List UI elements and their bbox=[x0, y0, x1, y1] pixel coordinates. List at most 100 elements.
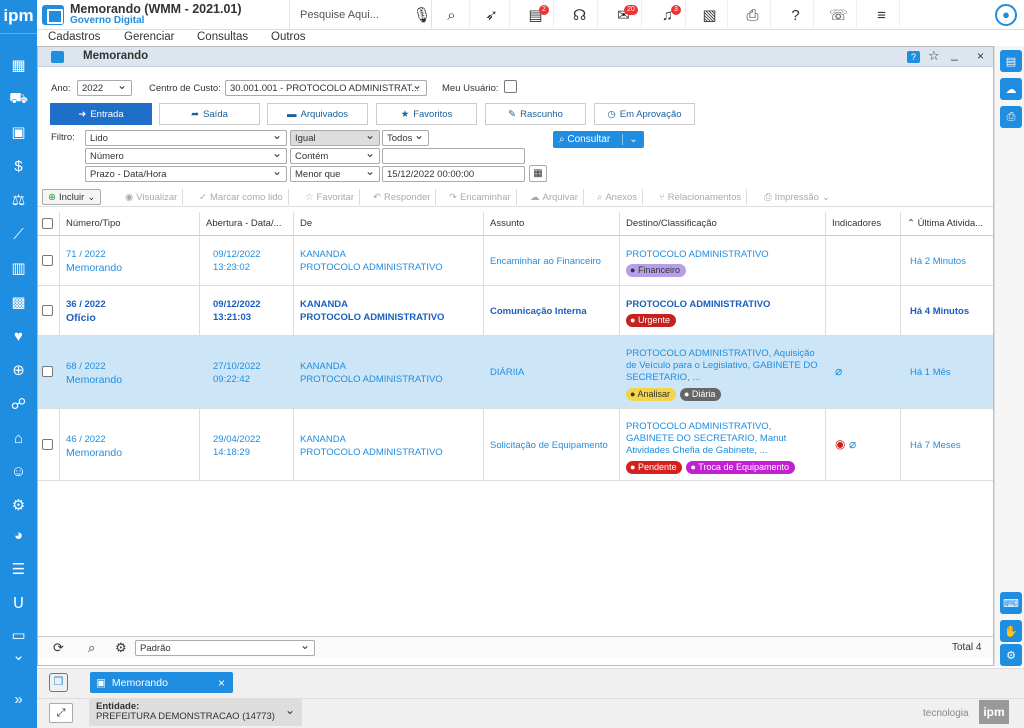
favoritar-button[interactable]: ☆ Favoritar bbox=[300, 189, 361, 205]
close-icon[interactable]: × bbox=[977, 49, 984, 63]
tag-troca-equipamento[interactable]: ● Troca de Equipamento bbox=[686, 461, 795, 474]
row-checkbox[interactable] bbox=[42, 366, 53, 377]
document-icon[interactable]: ▤ bbox=[1000, 50, 1022, 72]
table-row[interactable]: 46 / 2022 Memorando 29/04/2022 14:18:29 … bbox=[38, 409, 993, 481]
centro-custo-select[interactable]: 30.001.001 - PROTOCOLO ADMINISTRAT... bbox=[225, 80, 427, 96]
headset-icon[interactable]: ☏ bbox=[821, 0, 857, 30]
building-icon[interactable]: ▥ bbox=[0, 255, 37, 281]
select-all-checkbox[interactable] bbox=[42, 218, 53, 229]
calculator-icon[interactable]: ▦ bbox=[0, 52, 37, 78]
grid-icon[interactable]: ▩ bbox=[0, 289, 37, 315]
pie-chart-icon[interactable]: ◕ bbox=[0, 522, 37, 548]
hamburger-menu-icon[interactable]: ≡ bbox=[864, 0, 900, 30]
ano-select[interactable]: 2022 bbox=[77, 80, 132, 96]
star-icon[interactable]: ☆ bbox=[928, 48, 940, 64]
table-row-selected[interactable]: 68 / 2022 Memorando 27/10/2022 09:22:42 … bbox=[38, 336, 993, 409]
visualizar-button[interactable]: ◉ Visualizar bbox=[120, 189, 184, 205]
gear-icon[interactable]: ⚙ bbox=[115, 640, 127, 656]
tab-saida[interactable]: ➦ Saída bbox=[159, 103, 260, 125]
filter-value-3[interactable]: 15/12/2022 00:00:00 bbox=[382, 166, 525, 182]
tag-urgente[interactable]: ● Urgente bbox=[626, 314, 676, 327]
tag-financeiro[interactable]: ● Financeiro bbox=[626, 264, 686, 277]
menu-outros[interactable]: Outros bbox=[271, 31, 306, 43]
col-destino[interactable]: Destino/Classificação bbox=[626, 218, 717, 229]
support-icon[interactable]: ☊ bbox=[562, 0, 598, 30]
tab-favoritos[interactable]: ★ Favoritos bbox=[376, 103, 477, 125]
windows-list-icon[interactable]: ❐ bbox=[49, 673, 68, 692]
user-gear-icon[interactable]: ☺ bbox=[0, 458, 37, 484]
ipm-logo[interactable]: ipm bbox=[0, 0, 37, 34]
gear-icon[interactable]: ⚙ bbox=[0, 492, 37, 518]
id-badge-icon[interactable]: ▣ bbox=[0, 119, 37, 145]
expand-icon[interactable]: » bbox=[0, 686, 37, 712]
print-icon[interactable]: ⎙ bbox=[735, 0, 771, 30]
col-numero-tipo[interactable]: Número/Tipo bbox=[66, 218, 121, 229]
col-de[interactable]: De bbox=[300, 218, 312, 229]
chevron-down-icon[interactable]: ⌄ bbox=[0, 642, 37, 668]
encaminhar-button[interactable]: ↷ Encaminhar bbox=[444, 189, 517, 205]
tag-pendente[interactable]: ● Pendente bbox=[626, 461, 683, 474]
tab-entrada[interactable]: ➜ Entrada bbox=[50, 103, 152, 125]
filter-operator-3[interactable]: Menor que bbox=[290, 166, 380, 182]
settings-icon[interactable]: ⚙ bbox=[1000, 644, 1022, 666]
taskbar-tab-memorando[interactable]: ▣ Memorando × bbox=[90, 672, 233, 693]
meu-usuario-checkbox[interactable] bbox=[504, 80, 517, 93]
people-icon[interactable]: ☍ bbox=[0, 391, 37, 417]
filter-value-2[interactable] bbox=[382, 148, 525, 164]
anexos-button[interactable]: ⌕ Anexos bbox=[592, 189, 644, 205]
minimize-icon[interactable]: _ bbox=[951, 47, 958, 61]
col-ultima-atividade[interactable]: ⌃ Última Ativida... bbox=[907, 218, 983, 229]
col-assunto[interactable]: Assunto bbox=[490, 218, 524, 229]
heart-pulse-icon[interactable]: ♥ bbox=[0, 323, 37, 349]
layout-select[interactable]: Padrão bbox=[135, 640, 315, 656]
menu-consultas[interactable]: Consultas bbox=[197, 31, 248, 43]
refresh-icon[interactable]: ⟳ bbox=[53, 640, 64, 656]
bell-icon[interactable]: ♫ 3 bbox=[650, 0, 686, 30]
tab-rascunho[interactable]: ✎ Rascunho bbox=[485, 103, 586, 125]
print-icon[interactable]: ⎙ bbox=[1000, 106, 1022, 128]
help-icon[interactable]: ? bbox=[778, 0, 814, 30]
accessibility-icon[interactable]: ✋ bbox=[1000, 620, 1022, 642]
tab-arquivados[interactable]: ▬ Arquivados bbox=[267, 103, 368, 125]
list-icon[interactable]: ☰ bbox=[0, 556, 37, 582]
row-checkbox[interactable] bbox=[42, 305, 53, 316]
tag-diaria[interactable]: ● Diária bbox=[679, 388, 722, 401]
consultar-dropdown-icon[interactable]: ⌄ bbox=[622, 134, 644, 145]
chart-icon[interactable]: ⟋ bbox=[0, 221, 37, 247]
user-avatar-icon[interactable]: ● bbox=[995, 4, 1017, 26]
messages-icon[interactable]: ✉ 20 bbox=[606, 0, 642, 30]
money-icon[interactable]: $ bbox=[0, 153, 37, 179]
menu-cadastros[interactable]: Cadastros bbox=[48, 31, 100, 43]
truck-icon[interactable]: ⛟ bbox=[0, 86, 37, 112]
marcar-lido-button[interactable]: ✓ Marcar como lido bbox=[194, 189, 289, 205]
tag-analisar[interactable]: ● Analisar bbox=[626, 388, 676, 401]
filter-operator-2[interactable]: Contém bbox=[290, 148, 380, 164]
window-help-icon[interactable]: ? bbox=[907, 51, 920, 63]
table-row[interactable]: 71 / 2022 Memorando 09/12/2022 13:23:02 … bbox=[38, 236, 993, 286]
impressao-button[interactable]: ⎙ Impressão ⌄ bbox=[759, 189, 835, 205]
relacionamentos-button[interactable]: ⑂ Relacionamentos bbox=[654, 189, 748, 205]
filter-field-2[interactable]: Número bbox=[85, 148, 287, 164]
graduation-icon[interactable]: ⌂ bbox=[0, 425, 37, 451]
search-icon[interactable]: ⌕ bbox=[434, 0, 470, 30]
tab-em-aprovacao[interactable]: ◷ Em Aprovação bbox=[594, 103, 695, 125]
arquivar-button[interactable]: ☁ Arquivar bbox=[525, 189, 584, 205]
table-row[interactable]: 36 / 2022 Ofício 09/12/2022 13:21:03 KAN… bbox=[38, 286, 993, 336]
tasks-icon[interactable]: ▤ 2 bbox=[518, 0, 554, 30]
filter-value-1[interactable]: Todos bbox=[382, 130, 429, 146]
search-icon[interactable]: ⌕ bbox=[88, 640, 95, 656]
filter-operator-1[interactable]: Igual bbox=[290, 130, 380, 146]
responder-button[interactable]: ↶ Responder bbox=[368, 189, 437, 205]
scale-icon[interactable]: ⚖ bbox=[0, 187, 37, 213]
clipboard-icon[interactable]: ▧ bbox=[692, 0, 728, 30]
consultar-button[interactable]: ⌕ Consultar ⌄ bbox=[553, 131, 644, 148]
filter-field-1[interactable]: Lido bbox=[85, 130, 287, 146]
keyboard-icon[interactable]: ⌨ bbox=[1000, 592, 1022, 614]
row-checkbox[interactable] bbox=[42, 255, 53, 266]
incluir-button[interactable]: ⊕ Incluir ⌄ bbox=[42, 189, 102, 205]
col-abertura[interactable]: Abertura - Data/... bbox=[206, 218, 282, 229]
rocket-icon[interactable]: ➶ bbox=[474, 0, 510, 30]
fullscreen-icon[interactable]: ⤢ bbox=[49, 703, 73, 723]
magnet-icon[interactable]: Ս bbox=[0, 590, 37, 616]
cloud-icon[interactable]: ☁ bbox=[1000, 78, 1022, 100]
